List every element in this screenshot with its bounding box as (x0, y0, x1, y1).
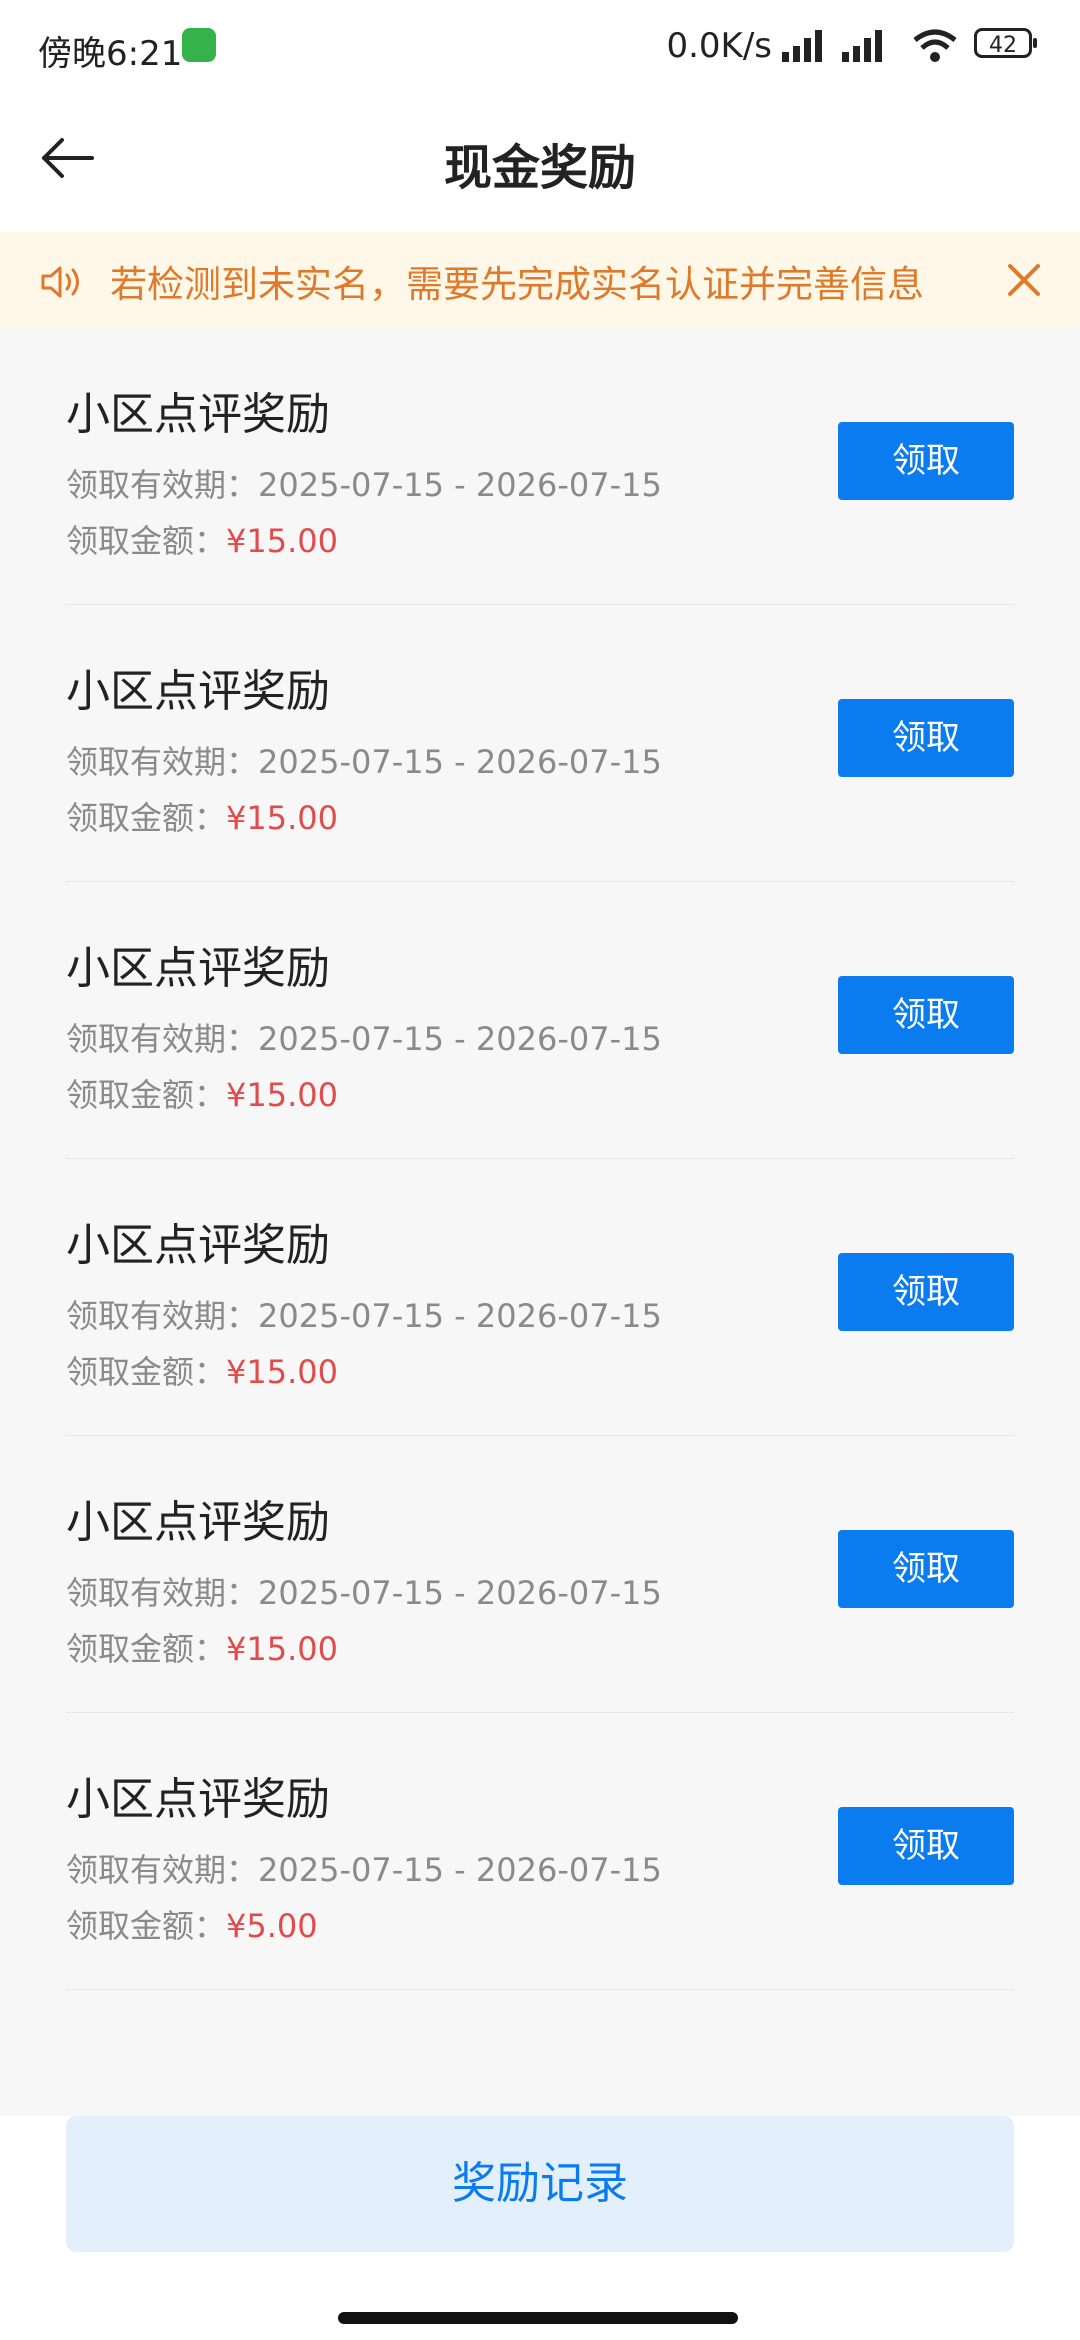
network-speed: 0.0K/s (666, 26, 772, 66)
amount-value: ¥15.00 (226, 1353, 338, 1391)
amount-label: 领取金额： (66, 1907, 227, 1945)
reward-item: 小区点评奖励 领取有效期：2025-07-15 - 2026-07-15 领取金… (66, 1713, 1014, 1990)
claim-button[interactable]: 领取 (838, 422, 1014, 500)
period-label: 领取有效期： (66, 743, 259, 781)
reward-item: 小区点评奖励 领取有效期：2025-07-15 - 2026-07-15 领取金… (66, 605, 1014, 882)
period-value: 2025-07-15 - 2026-07-15 (258, 1574, 662, 1612)
bottom-area: 奖励记录 (0, 2116, 1080, 2340)
reward-amount: 领取金额：¥15.00 (66, 793, 338, 839)
status-time: 傍晚6:21 (38, 34, 183, 74)
reward-amount: 领取金额：¥15.00 (66, 1624, 338, 1670)
reward-list: 小区点评奖励 领取有效期：2025-07-15 - 2026-07-15 领取金… (0, 328, 1080, 1990)
amount-label: 领取金额： (66, 1076, 227, 1114)
period-label: 领取有效期： (66, 1574, 259, 1612)
period-value: 2025-07-15 - 2026-07-15 (258, 743, 662, 781)
period-value: 2025-07-15 - 2026-07-15 (258, 1020, 662, 1058)
period-value: 2025-07-15 - 2026-07-15 (258, 1851, 662, 1889)
reward-item: 小区点评奖励 领取有效期：2025-07-15 - 2026-07-15 领取金… (66, 1436, 1014, 1713)
amount-label: 领取金额： (66, 1630, 227, 1668)
period-value: 2025-07-15 - 2026-07-15 (258, 466, 662, 504)
reward-period: 领取有效期：2025-07-15 - 2026-07-15 (66, 1291, 662, 1337)
amount-value: ¥15.00 (226, 1630, 338, 1668)
reward-amount: 领取金额：¥15.00 (66, 1347, 338, 1393)
app-notification-icon (182, 28, 216, 62)
reward-period: 领取有效期：2025-07-15 - 2026-07-15 (66, 1568, 662, 1614)
reward-period: 领取有效期：2025-07-15 - 2026-07-15 (66, 1014, 662, 1060)
wifi-icon (913, 29, 957, 62)
reward-amount: 领取金额：¥15.00 (66, 1070, 338, 1116)
period-value: 2025-07-15 - 2026-07-15 (258, 1297, 662, 1335)
reward-title: 小区点评奖励 (66, 1774, 330, 1825)
claim-button[interactable]: 领取 (838, 1807, 1014, 1885)
amount-value: ¥15.00 (226, 522, 338, 560)
header: 现金奖励 (0, 92, 1080, 232)
amount-value: ¥5.00 (226, 1907, 318, 1945)
reward-records-button[interactable]: 奖励记录 (66, 2116, 1014, 2252)
reward-title: 小区点评奖励 (66, 389, 330, 440)
reward-period: 领取有效期：2025-07-15 - 2026-07-15 (66, 460, 662, 506)
battery-icon: 42 (974, 28, 1037, 58)
signal-icon (782, 30, 822, 62)
amount-label: 领取金额： (66, 1353, 227, 1391)
period-label: 领取有效期： (66, 1297, 259, 1335)
notice-banner: 若检测到未实名，需要先完成实名认证并完善信息 (0, 232, 1080, 328)
reward-amount: 领取金额：¥15.00 (66, 516, 338, 562)
reward-amount: 领取金额：¥5.00 (66, 1901, 318, 1947)
reward-item: 小区点评奖励 领取有效期：2025-07-15 - 2026-07-15 领取金… (66, 1159, 1014, 1436)
battery-level: 42 (989, 33, 1017, 58)
reward-item: 小区点评奖励 领取有效期：2025-07-15 - 2026-07-15 领取金… (66, 882, 1014, 1159)
notice-text: 若检测到未实名，需要先完成实名认证并完善信息 (110, 263, 924, 306)
home-indicator[interactable] (338, 2312, 738, 2324)
claim-button[interactable]: 领取 (838, 699, 1014, 777)
reward-title: 小区点评奖励 (66, 666, 330, 717)
page-title: 现金奖励 (443, 140, 636, 196)
amount-label: 领取金额： (66, 799, 227, 837)
period-label: 领取有效期： (66, 466, 259, 504)
period-label: 领取有效期： (66, 1020, 259, 1058)
period-label: 领取有效期： (66, 1851, 259, 1889)
amount-value: ¥15.00 (226, 799, 338, 837)
claim-button[interactable]: 领取 (838, 976, 1014, 1054)
signal-icon (842, 30, 882, 62)
reward-period: 领取有效期：2025-07-15 - 2026-07-15 (66, 1845, 662, 1891)
reward-title: 小区点评奖励 (66, 1220, 330, 1271)
reward-item: 小区点评奖励 领取有效期：2025-07-15 - 2026-07-15 领取金… (66, 328, 1014, 605)
status-bar: 傍晚6:21 0.0K/s 42 (0, 0, 1080, 92)
reward-title: 小区点评奖励 (66, 1497, 330, 1548)
amount-value: ¥15.00 (226, 1076, 338, 1114)
amount-label: 领取金额： (66, 522, 227, 560)
claim-button[interactable]: 领取 (838, 1530, 1014, 1608)
reward-period: 领取有效期：2025-07-15 - 2026-07-15 (66, 737, 662, 783)
speaker-icon (41, 266, 79, 298)
close-icon[interactable] (1004, 260, 1044, 300)
reward-title: 小区点评奖励 (66, 943, 330, 994)
claim-button[interactable]: 领取 (838, 1253, 1014, 1331)
